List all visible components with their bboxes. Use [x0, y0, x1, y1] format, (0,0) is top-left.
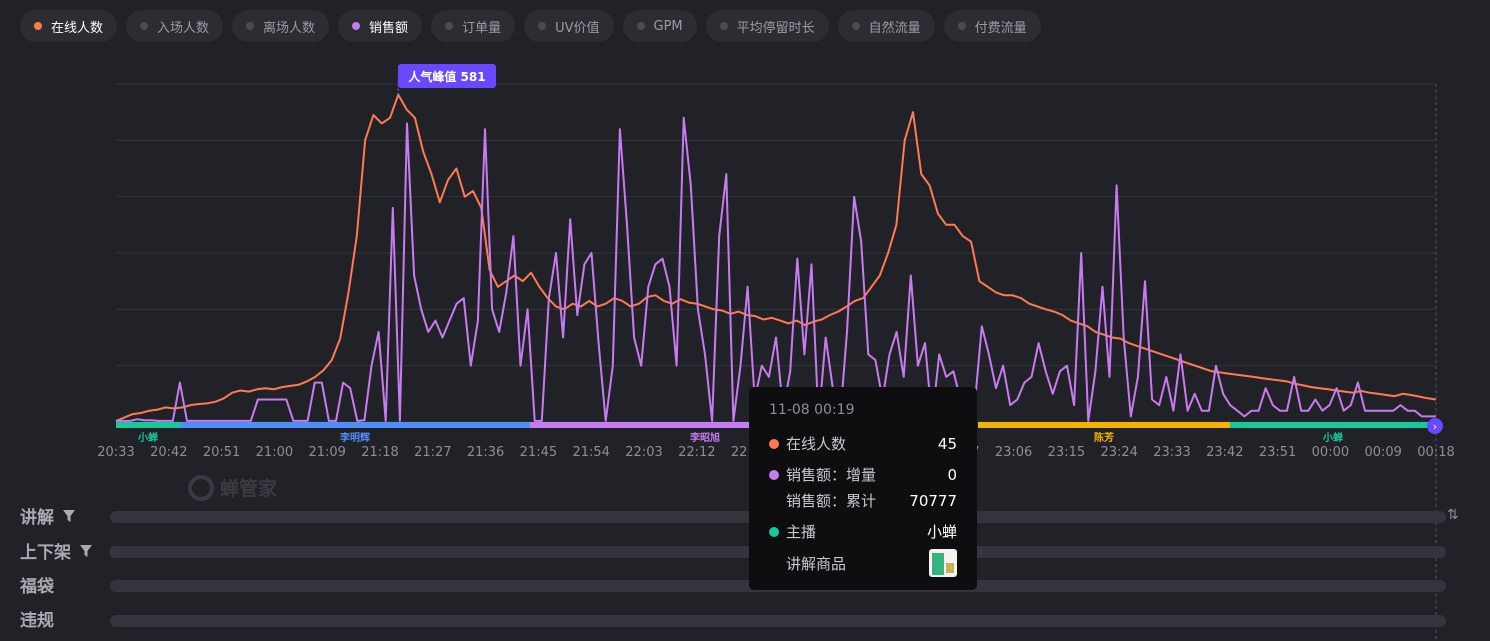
watermark: 蝉管家: [188, 474, 277, 501]
x-tick-label: 23:06: [995, 445, 1032, 460]
x-tick-label: 21:00: [256, 445, 293, 460]
next-arrow-icon[interactable]: ›: [1427, 418, 1443, 434]
hover-tooltip: 11-08 00:19 在线人数 45 销售额：增量 0 销售额：累计 7077…: [749, 387, 977, 590]
filter-icon[interactable]: [79, 544, 93, 558]
series-line-online: [115, 93, 1437, 422]
x-tick-label: 23:42: [1206, 445, 1243, 460]
x-tick-label: 20:33: [97, 445, 134, 460]
x-tick-label: 00:09: [1364, 445, 1401, 460]
anchor-segment: [116, 422, 180, 428]
track-label-bag: 福袋: [20, 577, 54, 597]
peak-label: 人气峰值 581: [408, 69, 485, 84]
x-tick-label: 21:45: [520, 445, 557, 460]
tooltip-date: 11-08 00:19: [769, 402, 855, 418]
anchor-segment: [180, 422, 530, 428]
x-tick-label: 22:03: [625, 445, 662, 460]
anchor-segment: [1230, 422, 1436, 428]
sort-icon[interactable]: ⇅: [1447, 507, 1459, 523]
violation-track[interactable]: [110, 615, 1446, 627]
x-tick-label: 21:18: [361, 445, 398, 460]
anchor-segment-label: 小蝉: [1322, 431, 1343, 444]
track-label-explain: 讲解: [20, 503, 76, 528]
track-label-violation: 违规: [20, 611, 54, 631]
x-tick-label: 21:27: [414, 445, 451, 460]
logo-icon: [188, 474, 214, 501]
legend-dot: [769, 438, 779, 449]
filter-icon[interactable]: [62, 509, 76, 523]
x-tick-label: 21:54: [572, 445, 609, 460]
legend-dot: [769, 526, 779, 537]
anchor-segment-label: 小蝉: [137, 431, 158, 444]
tooltip-row-sales-inc: 销售额：增量 0: [769, 464, 957, 485]
anchor-segment-label: 李昭旭: [689, 431, 720, 444]
product-thumbnail[interactable]: [929, 549, 957, 577]
legend-dot: [769, 469, 779, 480]
x-tick-label: 22:12: [678, 445, 715, 460]
x-tick-label: 20:51: [203, 445, 240, 460]
tooltip-row-anchor: 主播 小蝉: [769, 521, 957, 542]
x-tick-label: 21:09: [308, 445, 345, 460]
x-tick-label: 23:51: [1259, 445, 1296, 460]
anchor-segment: [978, 422, 1230, 428]
x-tick-label: 23:33: [1153, 445, 1190, 460]
x-tick-label: 00:18: [1417, 445, 1454, 460]
anchor-segment-label: 陈芳: [1094, 431, 1114, 444]
tooltip-row-sales-total: 销售额：累计 70777: [786, 491, 957, 511]
x-tick-label: 23:15: [1048, 445, 1085, 460]
tooltip-row-online: 在线人数 45: [769, 433, 957, 454]
x-tick-label: 00:00: [1312, 445, 1349, 460]
x-tick-label: 21:36: [467, 445, 504, 460]
x-tick-label: 20:42: [150, 445, 187, 460]
live-chart[interactable]: 人气峰值 581小蝉 李明辉 李昭旭 陈芳 小蝉20:33 20:42 20:51 21:00…: [0, 0, 1490, 641]
x-tick-label: 23:24: [1100, 445, 1137, 460]
anchor-segment-label: 李明辉: [339, 431, 370, 444]
track-label-shelf: 上下架: [20, 538, 93, 563]
tooltip-row-product: 讲解商品: [769, 549, 957, 577]
